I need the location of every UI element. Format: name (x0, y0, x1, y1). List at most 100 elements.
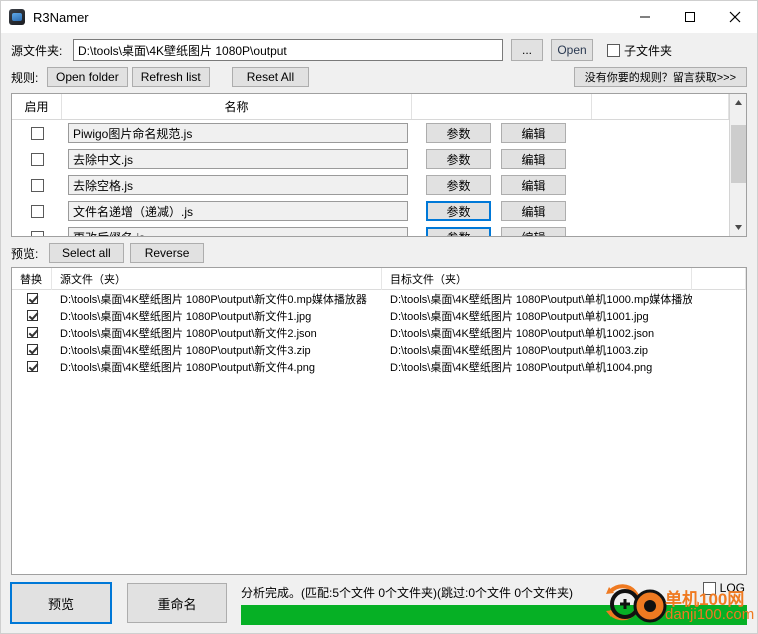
rule-name-field[interactable]: 去除中文.js (68, 149, 408, 169)
log-checkbox-box[interactable] (702, 581, 716, 595)
rule-params-button[interactable]: 参数 (426, 227, 491, 236)
browse-button[interactable]: ... (511, 39, 543, 61)
preview-list-header: 替换 源文件（夹） 目标文件（夹） (12, 268, 746, 290)
preview-target-path: D:\tools\桌面\4K壁纸图片 1080P\output\单机1003.z… (390, 344, 649, 357)
rules-label: 规则: (11, 70, 39, 85)
checkbox-box[interactable] (30, 126, 44, 140)
rule-enabled-checkbox[interactable] (12, 152, 62, 166)
preview-header-spacer (692, 268, 746, 290)
table-row[interactable]: 更改后缀名.js 参数 编辑 (12, 224, 729, 236)
rule-params-button[interactable]: 参数 (426, 149, 491, 169)
rule-name-cell: 去除空格.js (62, 175, 412, 195)
maximize-icon[interactable] (667, 1, 712, 33)
scroll-down-icon[interactable] (730, 219, 747, 236)
preview-button[interactable]: 预览 (10, 582, 112, 624)
rule-edit-button[interactable]: 编辑 (501, 175, 566, 195)
preview-row-checkbox[interactable] (12, 293, 52, 304)
rule-edit-button[interactable]: 编辑 (501, 227, 566, 236)
list-item[interactable]: D:\tools\桌面\4K壁纸图片 1080P\output\新文件1.jpg… (12, 307, 746, 324)
checkbox-box[interactable] (26, 293, 38, 304)
checkbox-box[interactable] (26, 361, 38, 372)
rule-edit-button[interactable]: 编辑 (501, 201, 566, 221)
ask-rule-button[interactable]: 没有你要的规则？留言获取>>> (573, 67, 747, 87)
rename-button[interactable]: 重命名 (127, 583, 227, 623)
preview-row-checkbox[interactable] (12, 327, 52, 338)
rule-params-button[interactable]: 参数 (426, 123, 491, 143)
preview-row-checkbox[interactable] (12, 344, 52, 355)
rule-edit-button[interactable]: 编辑 (501, 149, 566, 169)
preview-header-source: 源文件（夹） (52, 268, 382, 290)
checkbox-box[interactable] (30, 230, 44, 236)
scrollbar-track[interactable] (730, 111, 747, 219)
rule-params-button[interactable]: 参数 (426, 175, 491, 195)
open-folder-button[interactable]: Open folder (47, 67, 128, 87)
scroll-up-icon[interactable] (730, 94, 747, 111)
checkbox-box[interactable] (26, 310, 38, 321)
checkbox-box[interactable] (30, 178, 44, 192)
progress-bar (241, 605, 747, 625)
rules-list-scrollbar[interactable] (729, 94, 746, 236)
checkbox-box[interactable] (26, 327, 38, 338)
select-all-button[interactable]: Select all (49, 243, 124, 263)
table-row[interactable]: 文件名递增（递减）.js 参数 编辑 (12, 198, 729, 224)
preview-source-path: D:\tools\桌面\4K壁纸图片 1080P\output\新文件3.zip (60, 344, 311, 357)
title-bar: R3Namer (1, 1, 757, 33)
rules-list-body: 启用 名称 Piwigo图片命名规范.js 参数 编辑 去除中文.js 参数 编… (12, 94, 729, 236)
status-text: 分析完成。(匹配:5个文件 0个文件夹)(跳过:0个文件 0个文件夹) (241, 585, 574, 600)
table-row[interactable]: Piwigo图片命名规范.js 参数 编辑 (12, 120, 729, 146)
rule-name-field[interactable]: 更改后缀名.js (68, 227, 408, 236)
rules-list: 启用 名称 Piwigo图片命名规范.js 参数 编辑 去除中文.js 参数 编… (11, 93, 747, 237)
rule-name-field[interactable]: Piwigo图片命名规范.js (68, 123, 408, 143)
reverse-button[interactable]: Reverse (129, 243, 205, 263)
checkbox-box[interactable] (30, 204, 44, 218)
source-folder-row: 源文件夹: D:\tools\桌面\4K壁纸图片 1080P\output ..… (1, 33, 757, 61)
list-item[interactable]: D:\tools\桌面\4K壁纸图片 1080P\output\新文件2.jso… (12, 324, 746, 341)
preview-target-path: D:\tools\桌面\4K壁纸图片 1080P\output\单机1002.j… (390, 327, 655, 340)
subfolder-checkbox[interactable]: 子文件夹 (607, 42, 672, 59)
log-checkbox[interactable]: LOG (702, 581, 745, 595)
checkbox-box[interactable] (26, 344, 38, 355)
preview-source-path: D:\tools\桌面\4K壁纸图片 1080P\output\新文件0.mp媒… (60, 293, 367, 306)
list-item[interactable]: D:\tools\桌面\4K壁纸图片 1080P\output\新文件4.png… (12, 358, 746, 375)
checkbox-box[interactable] (30, 152, 44, 166)
table-row[interactable]: 去除空格.js 参数 编辑 (12, 172, 729, 198)
refresh-list-button[interactable]: Refresh list (131, 67, 210, 87)
preview-target-path: D:\tools\桌面\4K壁纸图片 1080P\output\单机1004.p… (390, 361, 653, 374)
rule-enabled-checkbox[interactable] (12, 126, 62, 140)
rule-edit-button[interactable]: 编辑 (501, 123, 566, 143)
rule-params-button[interactable]: 参数 (426, 201, 491, 221)
reset-all-button[interactable]: Reset All (231, 67, 310, 87)
rules-header-edit (592, 94, 729, 119)
source-folder-input[interactable]: D:\tools\桌面\4K壁纸图片 1080P\output (73, 39, 503, 61)
minimize-icon[interactable] (622, 1, 667, 33)
rule-name-cell: 去除中文.js (62, 149, 412, 169)
table-row[interactable]: 去除中文.js 参数 编辑 (12, 146, 729, 172)
preview-list[interactable]: 替换 源文件（夹） 目标文件（夹） D:\tools\桌面\4K壁纸图片 108… (11, 267, 747, 575)
rules-header-name: 名称 (62, 94, 412, 119)
footer: 预览 重命名 分析完成。(匹配:5个文件 0个文件夹)(跳过:0个文件 0个文件… (1, 575, 757, 633)
rule-enabled-checkbox[interactable] (12, 204, 62, 218)
close-icon[interactable] (712, 1, 757, 33)
preview-row-checkbox[interactable] (12, 361, 52, 372)
subfolder-checkbox-box[interactable] (607, 43, 620, 57)
scrollbar-thumb[interactable] (730, 125, 746, 183)
preview-target-path: D:\tools\桌面\4K壁纸图片 1080P\output\单机1000.m… (390, 293, 692, 306)
list-item[interactable]: D:\tools\桌面\4K壁纸图片 1080P\output\新文件3.zip… (12, 341, 746, 358)
preview-source-path: D:\tools\桌面\4K壁纸图片 1080P\output\新文件2.jso… (60, 327, 317, 340)
status-area: 分析完成。(匹配:5个文件 0个文件夹)(跳过:0个文件 0个文件夹) (241, 583, 747, 633)
rules-list-header: 启用 名称 (12, 94, 729, 120)
preview-row-checkbox[interactable] (12, 310, 52, 321)
source-folder-label: 源文件夹: (11, 43, 63, 58)
log-label: LOG (719, 581, 745, 595)
rules-header-enabled: 启用 (12, 94, 62, 119)
rule-enabled-checkbox[interactable] (12, 178, 62, 192)
rule-name-field[interactable]: 去除空格.js (68, 175, 408, 195)
list-item[interactable]: D:\tools\桌面\4K壁纸图片 1080P\output\新文件0.mp媒… (12, 290, 746, 307)
rule-name-cell: 文件名递增（递减）.js (62, 201, 412, 221)
subfolder-label: 子文件夹 (624, 43, 673, 58)
app-icon (9, 9, 25, 25)
open-button[interactable]: Open (551, 39, 593, 61)
rule-name-field[interactable]: 文件名递增（递减）.js (68, 201, 408, 221)
rule-name-cell: 更改后缀名.js (62, 227, 412, 236)
rule-enabled-checkbox[interactable] (12, 230, 62, 236)
